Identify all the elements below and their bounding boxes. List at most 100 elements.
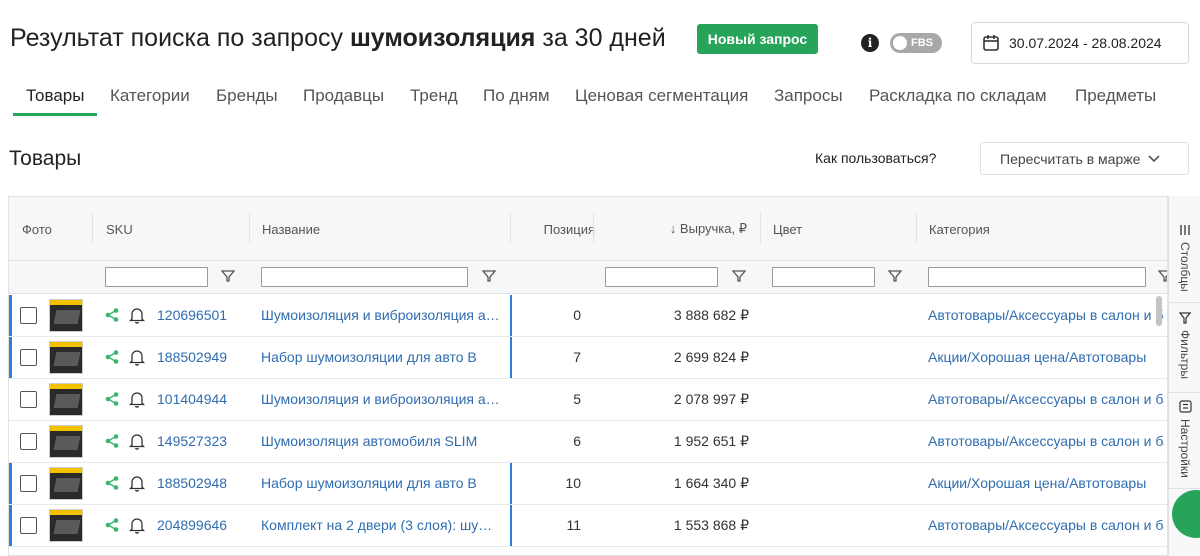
side-tab-settings[interactable]: Настройки <box>1169 400 1200 478</box>
bell-icon[interactable] <box>129 349 145 366</box>
product-name-link[interactable]: Набор шумоизоляции для авто В <box>261 475 501 491</box>
recalc-margin-dropdown[interactable]: Пересчитать в марже <box>980 142 1189 175</box>
sku-link[interactable]: 188502949 <box>157 349 227 365</box>
row-checkbox[interactable] <box>20 391 37 408</box>
tab-warehouse-layout[interactable]: Раскладка по складам <box>869 86 1047 106</box>
settings-icon <box>1178 400 1192 413</box>
revenue-filter-input[interactable] <box>605 267 718 287</box>
table-row[interactable]: 101404944 Шумоизоляция и виброизоляция ав… <box>9 379 1167 421</box>
table-row[interactable]: 149527323 Шумоизоляция автомобиля SLIM 6 1 … <box>9 421 1167 463</box>
side-tab-columns[interactable]: Столбцы <box>1169 224 1200 292</box>
product-name-link[interactable]: Шумоизоляция автомобиля SLIM <box>261 433 501 449</box>
sku-link[interactable]: 101404944 <box>157 391 227 407</box>
sku-link[interactable]: 120696501 <box>157 307 227 323</box>
new-request-button[interactable]: Новый запрос <box>697 24 818 54</box>
row-checkbox[interactable] <box>20 307 37 324</box>
share-icon[interactable] <box>104 391 120 407</box>
category-link[interactable]: Автотовары/Аксессуары в салон и багажник <box>928 517 1164 533</box>
date-range-picker[interactable]: 30.07.2024 - 28.08.2024 <box>971 22 1189 64</box>
section-title: Товары <box>9 147 82 170</box>
product-name-link[interactable]: Шумоизоляция и виброизоляция автомобиля <box>261 391 501 407</box>
tab-queries[interactable]: Запросы <box>774 86 843 106</box>
share-icon[interactable] <box>104 349 120 365</box>
row-marker <box>9 337 12 378</box>
filter-icon[interactable] <box>221 269 235 283</box>
tab-categories[interactable]: Категории <box>110 86 190 106</box>
filter-icon[interactable] <box>888 269 902 283</box>
product-thumbnail[interactable] <box>49 425 83 458</box>
category-link[interactable]: Автотовары/Аксессуары в салон и багажник <box>928 391 1164 407</box>
category-link[interactable]: Акции/Хорошая цена/Автотовары <box>928 349 1164 365</box>
product-thumbnail[interactable] <box>49 509 83 542</box>
revenue-value: 1 553 868 ₽ <box>673 517 749 533</box>
bell-icon[interactable] <box>129 433 145 450</box>
tab-sellers[interactable]: Продавцы <box>303 86 384 106</box>
filter-icon[interactable] <box>482 269 496 283</box>
sku-link[interactable]: 204899646 <box>157 517 227 533</box>
table-row[interactable]: 188502949 Набор шумоизоляции для авто В 7 2… <box>9 337 1167 379</box>
product-name-link[interactable]: Шумоизоляция и виброизоляция автомобиля <box>261 307 501 323</box>
column-header-color[interactable]: Цвет <box>773 197 802 261</box>
calendar-icon <box>983 35 999 51</box>
sku-link[interactable]: 188502948 <box>157 475 227 491</box>
row-marker <box>510 505 512 546</box>
column-header-position[interactable]: Позиция <box>525 197 595 261</box>
category-filter-input[interactable] <box>928 267 1146 287</box>
tab-by-days[interactable]: По дням <box>483 86 550 106</box>
column-header-name[interactable]: Название <box>262 197 320 261</box>
column-header-category[interactable]: Категория <box>929 197 990 261</box>
row-marker <box>9 295 12 336</box>
product-thumbnail[interactable] <box>49 341 83 374</box>
row-checkbox[interactable] <box>20 349 37 366</box>
bell-icon[interactable] <box>129 517 145 534</box>
tab-brands[interactable]: Бренды <box>216 86 278 106</box>
position-value: 11 <box>566 517 581 533</box>
name-filter-input[interactable] <box>261 267 468 287</box>
share-icon[interactable] <box>104 307 120 323</box>
category-link[interactable]: Автотовары/Аксессуары в салон и багажник <box>928 307 1164 323</box>
row-checkbox[interactable] <box>20 517 37 534</box>
revenue-value: 1 952 651 ₽ <box>673 433 749 449</box>
revenue-value: 2 078 997 ₽ <box>673 391 749 407</box>
fbs-toggle-knob <box>893 36 907 50</box>
tab-trend[interactable]: Тренд <box>410 86 458 106</box>
tab-price-segmentation[interactable]: Ценовая сегментация <box>575 86 748 106</box>
share-icon[interactable] <box>104 517 120 533</box>
table-row[interactable]: 188502948 Набор шумоизоляции для авто В 10… <box>9 463 1167 505</box>
side-tab-filters[interactable]: Фильтры <box>1169 312 1200 379</box>
column-header-sku[interactable]: SKU <box>106 197 133 261</box>
product-thumbnail[interactable] <box>49 383 83 416</box>
date-range-value: 30.07.2024 - 28.08.2024 <box>1009 35 1162 51</box>
category-link[interactable]: Акции/Хорошая цена/Автотовары <box>928 475 1164 491</box>
page-title: Результат поиска по запросу шумоизоляция… <box>10 24 666 53</box>
position-value: 0 <box>573 307 581 323</box>
table-scrollbar[interactable] <box>1156 296 1162 326</box>
table-row[interactable]: 204899646 Комплект на 2 двери (3 слоя): ш… <box>9 505 1167 547</box>
bell-icon[interactable] <box>129 391 145 408</box>
share-icon[interactable] <box>104 475 120 491</box>
filter-icon[interactable] <box>1158 269 1168 283</box>
category-link[interactable]: Автотовары/Аксессуары в салон и багажник <box>928 433 1164 449</box>
sku-link[interactable]: 149527323 <box>157 433 227 449</box>
sku-filter-input[interactable] <box>105 267 208 287</box>
color-filter-input[interactable] <box>772 267 875 287</box>
bell-icon[interactable] <box>129 475 145 492</box>
product-thumbnail[interactable] <box>49 467 83 500</box>
product-thumbnail[interactable] <box>49 299 83 332</box>
filter-icon[interactable] <box>732 269 746 283</box>
row-checkbox[interactable] <box>20 475 37 492</box>
row-marker <box>9 505 12 546</box>
tab-subjects[interactable]: Предметы <box>1075 86 1156 106</box>
bell-icon[interactable] <box>129 307 145 324</box>
product-name-link[interactable]: Комплект на 2 двери (3 слоя): шумоизоляц… <box>261 517 501 533</box>
info-icon[interactable]: i <box>861 34 879 52</box>
product-name-link[interactable]: Набор шумоизоляции для авто В <box>261 349 501 365</box>
howto-link[interactable]: Как пользоваться? <box>815 150 936 166</box>
share-icon[interactable] <box>104 433 120 449</box>
row-checkbox[interactable] <box>20 433 37 450</box>
table-row[interactable]: 120696501 Шумоизоляция и виброизоляция ав… <box>9 295 1167 337</box>
fbs-toggle[interactable]: FBS <box>890 33 942 53</box>
tab-products[interactable]: Товары <box>26 86 84 106</box>
column-header-revenue[interactable]: ↓ Выручка, ₽ <box>599 197 747 261</box>
page-header: Результат поиска по запросу шумоизоляция… <box>0 0 1200 70</box>
